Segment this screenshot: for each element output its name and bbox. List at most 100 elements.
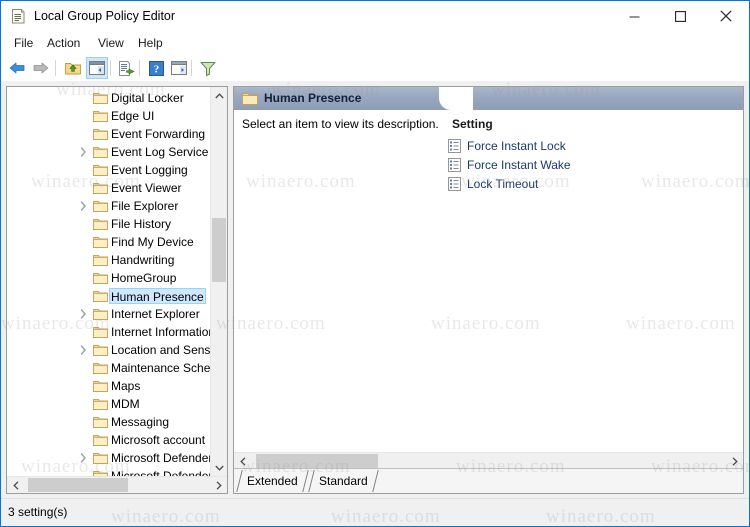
tree-item[interactable]: Internet Explorer <box>7 305 210 323</box>
tree-item[interactable]: Event Viewer <box>7 179 210 197</box>
export-list-icon[interactable] <box>115 57 137 79</box>
tree-vertical-scroll-thumb[interactable] <box>212 218 226 282</box>
tree-item[interactable]: Event Logging <box>7 161 210 179</box>
tree-item-label: Handwriting <box>111 253 175 267</box>
tree-item[interactable]: Event Log Service <box>7 143 210 161</box>
folder-icon <box>92 143 108 161</box>
setting-list-item[interactable]: Force Instant Lock <box>448 137 566 154</box>
chevron-right-icon[interactable] <box>75 143 91 161</box>
tree-horizontal-scroll-thumb[interactable] <box>28 478 128 492</box>
filter-icon[interactable] <box>197 57 219 79</box>
folder-icon <box>92 269 108 287</box>
scroll-right-arrow-icon[interactable] <box>210 477 227 493</box>
folder-icon <box>242 91 258 106</box>
tree-item[interactable]: File History <box>7 215 210 233</box>
folder-icon <box>92 467 108 476</box>
tree-item[interactable]: Messaging <box>7 413 210 431</box>
view-tabs: Extended Standard <box>234 468 743 493</box>
header-tab-notch <box>439 87 473 110</box>
tree-item[interactable]: HomeGroup <box>7 269 210 287</box>
console-tree-pane: Digital Locker Edge UI Event Forwarding Eve… <box>6 86 228 494</box>
scroll-left-arrow-icon[interactable] <box>7 477 24 493</box>
menu-item-help[interactable]: Help <box>133 35 168 52</box>
tree-item-label: Event Forwarding <box>111 127 206 141</box>
tree-item[interactable]: File Explorer <box>7 197 210 215</box>
tree-item[interactable]: Digital Locker <box>7 89 210 107</box>
folder-icon <box>92 359 108 377</box>
details-pane-body: Select an item to view its description. … <box>234 110 743 472</box>
tree-item[interactable]: Maps <box>7 377 210 395</box>
scroll-up-arrow-icon[interactable] <box>211 87 227 104</box>
setting-list-item[interactable]: Lock Timeout <box>448 175 538 192</box>
setting-column-header[interactable]: Setting <box>452 117 493 131</box>
pane-splitter[interactable] <box>439 110 443 472</box>
menu-item-action[interactable]: Action <box>42 35 85 52</box>
tree-item[interactable]: Event Forwarding <box>7 125 210 143</box>
policy-setting-icon <box>448 157 462 172</box>
tree-item[interactable]: Handwriting <box>7 251 210 269</box>
folder-icon <box>92 215 108 233</box>
tree-horizontal-scrollbar[interactable] <box>7 476 227 493</box>
tree-item[interactable]: Microsoft Defender . <box>7 449 210 467</box>
window-title: Local Group Policy Editor <box>34 9 176 23</box>
chevron-right-icon[interactable] <box>75 305 91 323</box>
tree-item-label: File Explorer <box>111 199 179 213</box>
menu-item-file[interactable]: File <box>9 35 38 52</box>
menu-item-view[interactable]: View <box>93 35 129 52</box>
details-pane-header: Human Presence <box>234 87 743 110</box>
tree-item-label: Microsoft Defender . <box>111 451 210 465</box>
tree-item-label: Find My Device <box>111 235 194 249</box>
policy-tree[interactable]: Digital Locker Edge UI Event Forwarding Eve… <box>7 87 210 476</box>
scroll-down-arrow-icon[interactable] <box>211 459 227 476</box>
show-hide-action-pane-icon[interactable] <box>168 57 190 79</box>
chevron-right-icon[interactable] <box>75 341 91 359</box>
back-icon[interactable] <box>6 57 28 79</box>
tree-item[interactable]: Microsoft account <box>7 431 210 449</box>
folder-icon <box>92 305 108 323</box>
client-area: Digital Locker Edge UI Event Forwarding Eve… <box>1 81 749 499</box>
chevron-right-icon[interactable] <box>75 449 91 467</box>
details-horizontal-scroll-thumb[interactable] <box>256 454 378 468</box>
tree-item-label: Messaging <box>111 415 170 429</box>
policy-document-icon <box>10 8 27 25</box>
folder-icon <box>92 233 108 251</box>
setting-list-item[interactable]: Force Instant Wake <box>448 156 571 173</box>
tree-item[interactable]: Microsoft Defender . <box>7 467 210 476</box>
svg-text:?: ? <box>153 63 159 75</box>
toolbar: ? <box>1 54 749 82</box>
tree-item[interactable]: Location and Sensor <box>7 341 210 359</box>
details-horizontal-scrollbar[interactable] <box>234 452 743 469</box>
status-bar: 3 setting(s) <box>1 498 749 526</box>
tab-extended[interactable]: Extended <box>236 470 309 492</box>
up-folder-icon[interactable] <box>62 57 84 79</box>
tree-item[interactable]: Find My Device <box>7 233 210 251</box>
menu-bar: File Action View Help <box>1 32 749 54</box>
local-group-policy-editor-window: Local Group Policy Editor File Action Vi… <box>0 0 750 527</box>
help-icon[interactable]: ? <box>145 57 167 79</box>
tab-standard[interactable]: Standard <box>308 470 379 492</box>
tree-vertical-scrollbar[interactable] <box>210 87 227 476</box>
tree-item[interactable]: Internet Information <box>7 323 210 341</box>
tree-item[interactable]: Maintenance Schedu <box>7 359 210 377</box>
tree-item[interactable]: MDM <box>7 395 210 413</box>
maximize-button[interactable] <box>657 1 703 31</box>
tab-standard-label: Standard <box>319 474 368 488</box>
tree-item-label: Internet Explorer <box>111 307 200 321</box>
chevron-right-icon[interactable] <box>75 197 91 215</box>
forward-icon[interactable] <box>30 57 52 79</box>
minimize-button[interactable] <box>611 1 657 31</box>
tree-item[interactable]: Edge UI <box>7 107 210 125</box>
close-button[interactable] <box>703 1 749 31</box>
details-pane-title: Human Presence <box>264 91 362 105</box>
description-text: Select an item to view its description. <box>242 117 439 131</box>
folder-icon <box>92 107 108 125</box>
folder-icon <box>92 125 108 143</box>
show-hide-console-tree-icon[interactable] <box>86 57 108 79</box>
tree-item-label: HomeGroup <box>111 271 177 285</box>
scroll-left-arrow-icon[interactable] <box>234 453 251 469</box>
tab-extended-label: Extended <box>247 474 298 488</box>
policy-setting-icon <box>448 138 462 153</box>
tree-item[interactable]: Human Presence <box>7 287 210 305</box>
scroll-right-arrow-icon[interactable] <box>726 453 743 469</box>
folder-icon <box>92 251 108 269</box>
